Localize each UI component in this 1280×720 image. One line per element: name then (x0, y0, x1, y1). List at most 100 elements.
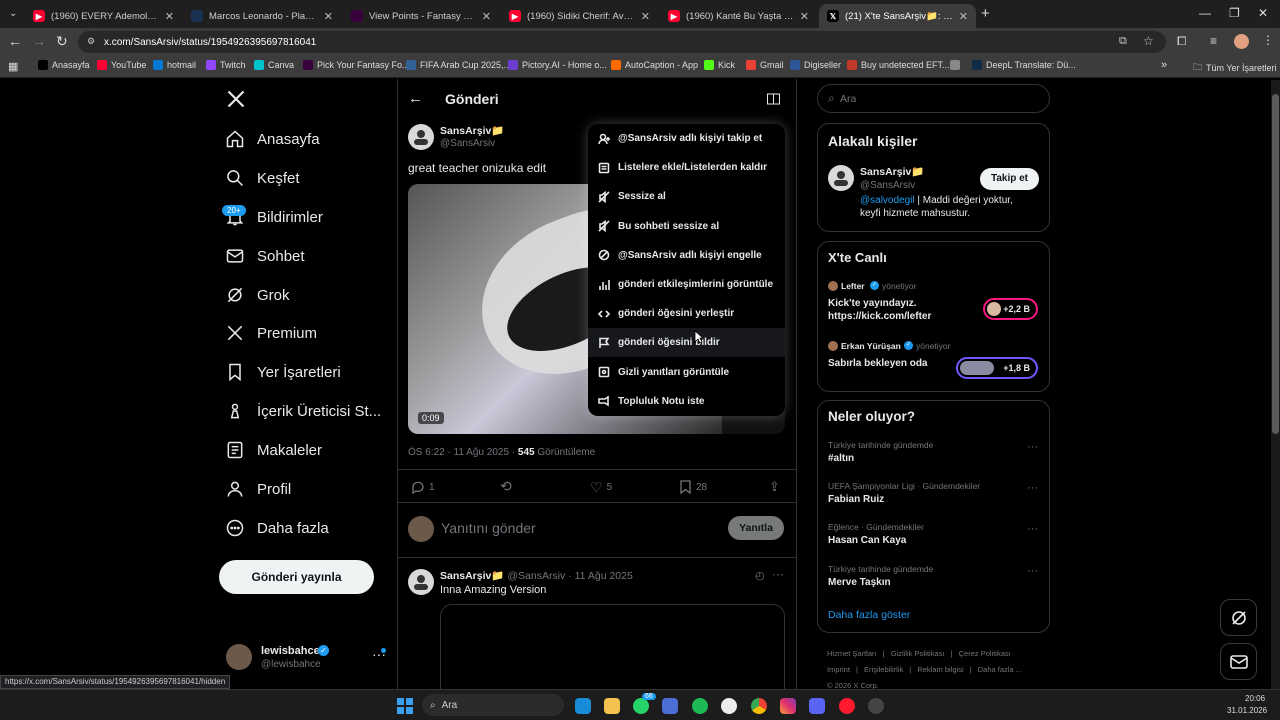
close-tab-icon[interactable]: ✕ (165, 10, 174, 23)
post-time[interactable]: ÖS 6:22 · 11 Ağu 2025 · (408, 447, 518, 458)
bookmark-item[interactable]: FIFA Arab Cup 2025,... (406, 60, 511, 70)
grok-icon[interactable]: ◴ (755, 569, 765, 582)
bookmark-item[interactable]: Pick Your Fantasy Fo... (303, 60, 410, 70)
reply-action[interactable]: 1 (411, 480, 435, 494)
post-button[interactable]: Gönderi yayınla (219, 560, 374, 594)
nav-home[interactable]: Anasayfa (225, 127, 320, 151)
whatsapp-icon[interactable] (633, 698, 649, 714)
menu-item[interactable]: Bu sohbeti sessize al (588, 212, 785, 241)
clock-time[interactable]: 20:06 (1245, 694, 1265, 703)
bio-mention[interactable]: @salvodegil (860, 195, 915, 206)
bookmark-item[interactable]: DeepL Translate: Dü... (972, 60, 1076, 70)
instagram-icon[interactable] (780, 698, 796, 714)
nav-chat[interactable]: Sohbet (225, 244, 305, 268)
menu-item[interactable]: Topluluk Notu iste (588, 387, 785, 416)
trend-more-icon[interactable]: ··· (1027, 441, 1038, 453)
live-space[interactable]: Erkan Yürüşan ✓ yönetiyor Sabırla bekleyen … (828, 340, 1040, 384)
forward-icon[interactable]: → (32, 33, 46, 49)
bookmark-item[interactable]: Gmail (746, 60, 784, 70)
related-avatar[interactable] (828, 165, 854, 191)
chrome-menu-icon[interactable]: ⋮ (1262, 33, 1274, 47)
new-tab-button[interactable]: + (981, 5, 990, 22)
reload-icon[interactable]: ↻ (56, 33, 68, 50)
close-window-button[interactable]: ✕ (1258, 6, 1268, 20)
related-handle[interactable]: @SansArsiv (860, 180, 915, 191)
menu-item[interactable]: @SansArsiv adlı kişiyi takip et (588, 124, 785, 153)
bookmark-item[interactable]: Pictory.AI - Home o... (508, 60, 607, 70)
like-action[interactable]: ♡ 5 (590, 479, 612, 496)
more-bookmarks-icon[interactable]: » (1161, 59, 1167, 71)
x-logo[interactable] (226, 89, 246, 114)
listener-pill[interactable]: +1,8 B (956, 357, 1038, 379)
footer-terms[interactable]: Hizmet Şartları (827, 649, 877, 658)
trend-name[interactable]: Hasan Can Kaya (828, 535, 906, 546)
bookmark-action[interactable]: 28 (680, 480, 707, 494)
share-icon[interactable]: ⇪ (769, 479, 780, 495)
reader-icon[interactable] (767, 92, 780, 110)
browser-tab[interactable]: 𝕏 (21) X'te SansArşiv📁: "great te ✕ (819, 4, 976, 28)
nav-profile[interactable]: Profil (225, 477, 291, 501)
browser-tab[interactable]: ▶ (1960) Sidiki Cherif: Avcı | Transf ✕ (501, 4, 658, 28)
bookmark-item[interactable]: hotmail (153, 60, 196, 70)
nav-creator-studio[interactable]: İçerik Üreticisi St... (225, 399, 381, 423)
follow-button[interactable]: Takip et (980, 168, 1039, 190)
reply-handle-date[interactable]: @SansArsiv · 11 Ağu 2025 (507, 570, 632, 582)
messages-fab[interactable] (1220, 643, 1257, 680)
trend-name[interactable]: #altın (828, 453, 854, 464)
trend-more-icon[interactable]: ··· (1027, 523, 1038, 535)
reply-media[interactable] (440, 604, 785, 694)
bookmark-item[interactable]: YouTube (97, 60, 146, 70)
related-name[interactable]: SansArşiv📁 (860, 165, 924, 178)
footer-accessibility[interactable]: Erişilebilirlik (864, 665, 903, 674)
reply-button[interactable]: Yanıtla (728, 516, 784, 540)
close-tab-icon[interactable]: ✕ (482, 10, 491, 23)
menu-item[interactable]: @SansArsiv adlı kişiyi engelle (588, 241, 785, 270)
trend-more-icon[interactable]: ··· (1027, 565, 1038, 577)
url-input[interactable]: ⚙ x.com/SansArsiv/status/195492639569781… (78, 31, 1166, 53)
trend-more-icon[interactable]: ··· (1027, 482, 1038, 494)
author-avatar[interactable] (408, 124, 434, 150)
page-scrollbar[interactable] (1271, 80, 1280, 689)
install-icon[interactable]: ⧉ (1119, 35, 1127, 48)
bookmark-item[interactable]: Canva (254, 60, 294, 70)
nav-premium[interactable]: Premium (225, 321, 317, 345)
nav-articles[interactable]: Makaleler (225, 438, 322, 462)
search-box[interactable]: ⌕ Ara (817, 84, 1050, 113)
chatgpt-icon[interactable] (721, 698, 737, 714)
menu-item[interactable]: gönderi öğesini bildir (588, 328, 785, 358)
media-icon[interactable]: ≡ (1210, 34, 1217, 48)
browser-tab[interactable]: ▶ (1960) Kanté Bu Yaşta Hâlâ Elit ✕ (660, 4, 817, 28)
task-view-icon[interactable] (575, 698, 591, 714)
spotify-icon[interactable] (692, 698, 708, 714)
grok-fab[interactable] (1220, 599, 1257, 636)
reply-input[interactable]: Yanıtını gönder (441, 520, 536, 536)
author-name[interactable]: SansArşiv📁 (440, 124, 504, 137)
footer-imprint[interactable]: Imprint (827, 665, 850, 674)
menu-item[interactable]: Listelere ekle/Listelerden kaldır (588, 153, 785, 182)
clock-date[interactable]: 31.01.2026 (1227, 706, 1267, 715)
menu-item[interactable]: Sessize al (588, 182, 785, 211)
browser-tab[interactable]: ▶ (1960) EVERY Ademola Lookma ✕ (25, 4, 182, 28)
author-handle[interactable]: @SansArsiv (440, 138, 495, 149)
store-icon[interactable] (662, 698, 678, 714)
maximize-button[interactable]: ❐ (1229, 6, 1240, 20)
footer-more[interactable]: Daha fazla ... (978, 665, 1022, 674)
bookmark-item[interactable]: Twitch (206, 60, 246, 70)
menu-item[interactable]: gönderi öğesini yerleştir (588, 299, 785, 328)
listener-pill[interactable]: +2,2 B (983, 298, 1038, 320)
reply-author-name[interactable]: SansArşiv📁 (440, 570, 504, 582)
app-icon[interactable] (868, 698, 884, 714)
scrollbar-thumb[interactable] (1272, 94, 1279, 434)
menu-item[interactable]: Gizli yanıtları görüntüle (588, 358, 785, 387)
close-tab-icon[interactable]: ✕ (959, 10, 968, 23)
reply-more-icon[interactable]: ··· (772, 567, 784, 581)
chrome-icon[interactable] (751, 698, 767, 714)
apps-icon[interactable]: ▦ (8, 60, 18, 73)
bookmark-item[interactable]: Anasayfa (38, 60, 90, 70)
taskbar-search[interactable]: ⌕ Ara (422, 694, 564, 716)
close-tab-icon[interactable]: ✕ (800, 10, 809, 23)
live-space[interactable]: Lefter ✓ yönetiyor Kick'te yayındayız. http… (828, 280, 1040, 324)
minimize-button[interactable]: — (1199, 6, 1211, 20)
footer-ads[interactable]: Reklam bilgisi (917, 665, 963, 674)
search-input[interactable]: Ara (840, 93, 856, 105)
